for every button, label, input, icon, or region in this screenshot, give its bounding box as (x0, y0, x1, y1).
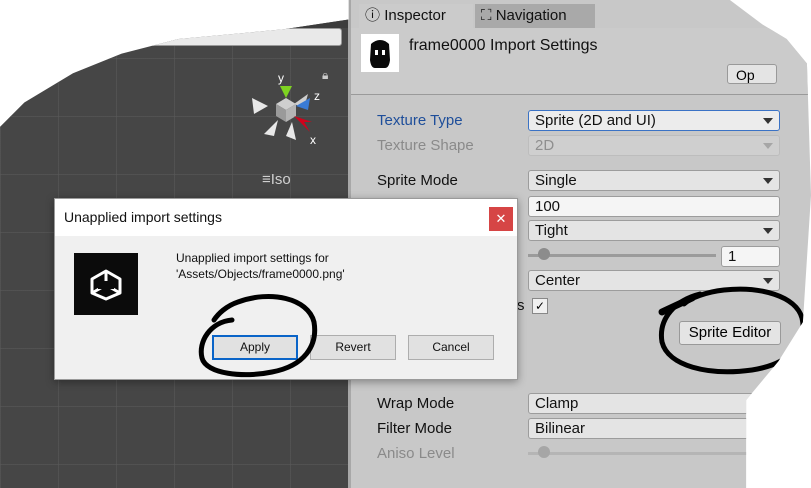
chevron-down-icon (763, 178, 773, 184)
y-axis-label: y (278, 71, 284, 85)
mesh-type-value: Tight (535, 222, 568, 239)
texture-type-dropdown[interactable]: Sprite (2D and UI) (528, 110, 780, 131)
extrude-edges-field[interactable]: 1 (721, 246, 780, 267)
tab-label: Inspector (384, 7, 446, 24)
extrude-edges-slider-handle[interactable] (538, 248, 550, 260)
wrap-mode-label: Wrap Mode (377, 395, 455, 412)
open-button[interactable]: Op (727, 64, 777, 84)
close-icon[interactable]: ✕ (489, 207, 513, 231)
navigation-icon: ⛶ (481, 7, 492, 24)
scene-search-input[interactable]: All (96, 28, 342, 46)
filter-mode-dropdown[interactable]: Bilinear (528, 418, 780, 439)
generate-physics-shape-checkbox[interactable]: ✓ (532, 298, 548, 314)
extrude-edges-slider-track[interactable] (528, 254, 716, 257)
screenshot-region: All ⋮ 🔒︎ y z x ≡Iso ⓘ Inspector ⛶ Naviga… (0, 0, 811, 488)
inspector-header: frame0000 Import Settings Op (351, 28, 811, 95)
revert-button[interactable]: Revert (310, 335, 396, 360)
texture-shape-dropdown: 2D (528, 135, 780, 156)
chevron-down-icon (763, 228, 773, 234)
asset-thumbnail (361, 34, 399, 72)
aniso-level-slider-track (528, 452, 748, 455)
chevron-down-icon (763, 426, 773, 432)
filter-mode-label: Filter Mode (377, 420, 453, 437)
chevron-down-icon (763, 118, 773, 124)
chevron-down-icon (763, 143, 773, 149)
mesh-type-dropdown[interactable]: Tight (528, 220, 780, 241)
filter-mode-value: Bilinear (535, 420, 586, 437)
chevron-down-icon (763, 278, 773, 284)
info-icon: ⓘ (365, 7, 381, 24)
unity-logo-icon (74, 253, 138, 315)
pivot-dropdown[interactable]: Center (528, 270, 780, 291)
x-axis-label: x (310, 133, 316, 147)
cancel-button[interactable]: Cancel (408, 335, 494, 360)
tab-strip: ⓘ Inspector ⛶ Navigation (351, 4, 811, 28)
dialog-title: Unapplied import settings (64, 209, 222, 225)
texture-shape-value: 2D (535, 137, 555, 154)
sprite-editor-button[interactable]: Sprite Editor (679, 321, 781, 345)
kebab-menu-icon[interactable]: ⋮ (326, 6, 340, 23)
chevron-down-icon (763, 401, 773, 407)
y-axis-cone (280, 86, 292, 98)
dialog-titlebar: Unapplied import settings ✕ (55, 199, 517, 236)
sprite-mode-value: Single (535, 172, 577, 189)
sprite-mode-dropdown[interactable]: Single (528, 170, 780, 191)
tab-navigation[interactable]: ⛶ Navigation (475, 4, 595, 28)
unapplied-settings-dialog: Unapplied import settings ✕ Unapplied im… (54, 198, 518, 380)
sprite-mode-label: Sprite Mode (377, 172, 458, 189)
aniso-level-label: Aniso Level (377, 445, 455, 462)
inspector-title: frame0000 Import Settings (409, 37, 598, 54)
apply-button[interactable]: Apply (212, 335, 298, 360)
sprite-preview-icon (370, 40, 390, 68)
dialog-message-line1: Unapplied import settings for (176, 251, 329, 265)
wrap-mode-value: Clamp (535, 395, 579, 412)
texture-type-label: Texture Type (377, 112, 463, 129)
physics-shape-label-fragment: s (517, 297, 525, 314)
pixels-per-unit-field[interactable]: 100 (528, 196, 780, 217)
tab-inspector[interactable]: ⓘ Inspector (359, 4, 473, 28)
projection-iso-toggle[interactable]: ≡Iso (262, 171, 291, 188)
x-axis-cone (294, 116, 312, 132)
texture-type-value: Sprite (2D and UI) (535, 112, 656, 129)
dialog-message-line2: 'Assets/Objects/frame0000.png' (176, 267, 345, 281)
texture-shape-label: Texture Shape (377, 137, 474, 154)
pivot-value: Center (535, 272, 581, 289)
z-axis-label: z (314, 89, 320, 103)
aniso-level-slider-handle (538, 446, 550, 458)
scene-toolbar (0, 0, 348, 28)
orientation-gizmo[interactable]: y z x (248, 70, 328, 150)
wrap-mode-dropdown[interactable]: Clamp (528, 393, 780, 414)
tab-label: Navigation (495, 7, 567, 24)
